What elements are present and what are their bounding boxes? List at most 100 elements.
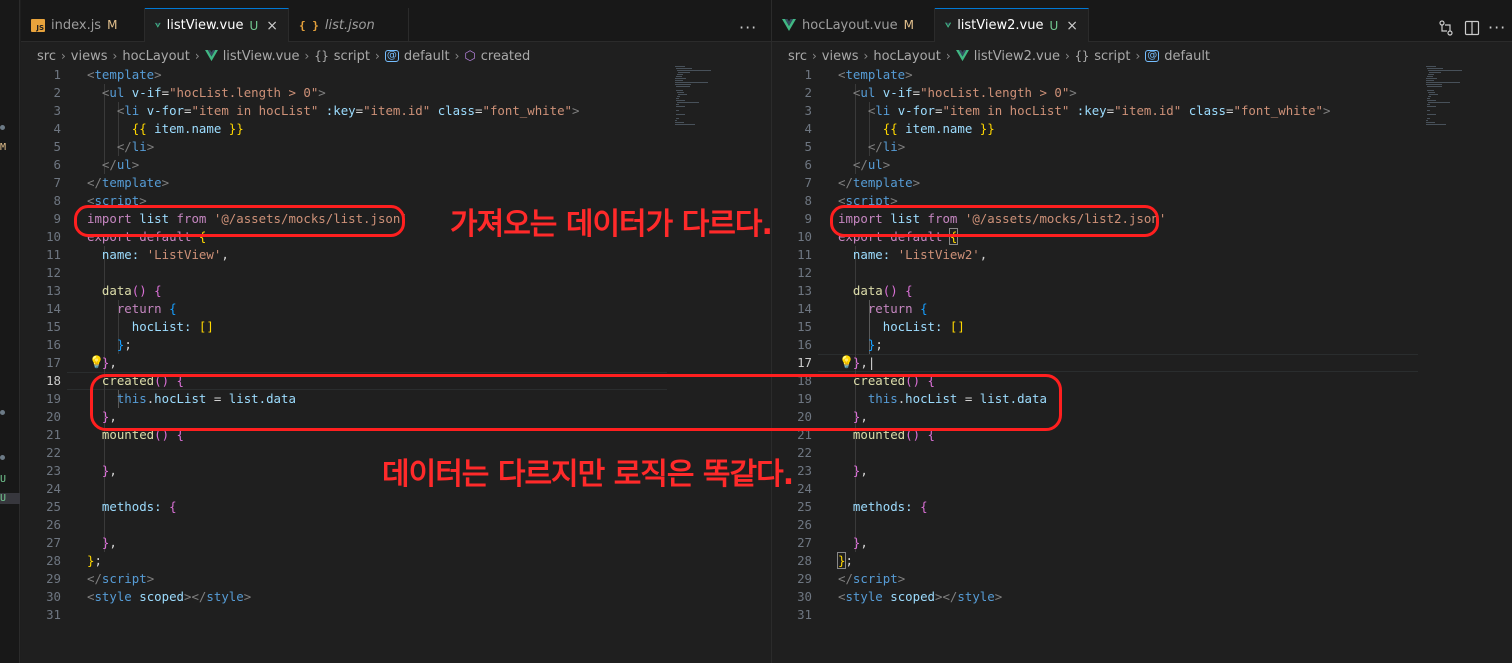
code-line: 7 </template> [804, 175, 921, 190]
close-icon[interactable]: × [1066, 18, 1078, 34]
symbol-object-icon: @ [384, 50, 399, 62]
breadcrumb-item[interactable]: created [481, 49, 531, 64]
split-editor-icon[interactable] [1464, 20, 1480, 36]
lightbulb-icon[interactable]: 💡 [839, 355, 854, 369]
braces-icon: {} [1074, 49, 1090, 63]
code-line: 27 }, [797, 535, 868, 550]
breadcrumb: src › views › hocLayout › listView2.vue › {}… [788, 47, 1210, 65]
code-line: 31 [46, 607, 61, 622]
compare-changes-icon[interactable] [1438, 20, 1454, 36]
js-file-icon: JS [31, 18, 45, 32]
tab-label: hocLayout.vue [802, 17, 898, 33]
code-line: 30 <style scoped></style> [46, 589, 252, 604]
code-line: 15 hocList: [] [46, 319, 214, 334]
code-line: 16 }; [46, 337, 132, 352]
symbol-method-icon: ⬡ [464, 48, 476, 64]
code-line: 13 data() { [797, 283, 913, 298]
chevron-right-icon: › [1064, 49, 1070, 63]
code-line: 25 methods: { [797, 499, 928, 514]
code-line: 30 <style scoped></style> [797, 589, 1003, 604]
tab-bar: hocLayout.vue M listView2.vue U × ··· [772, 0, 1512, 42]
tab-hoclayout-vue[interactable]: hocLayout.vue M [772, 8, 935, 42]
close-icon[interactable]: × [266, 18, 278, 34]
code-line: 28}; [797, 552, 853, 569]
breadcrumb-item[interactable]: views [822, 49, 859, 64]
breadcrumb-item[interactable]: views [71, 49, 108, 64]
vue-file-icon [782, 18, 796, 31]
vue-file-icon [204, 50, 218, 62]
breadcrumb-item[interactable]: src [37, 49, 56, 64]
chevron-right-icon: › [863, 49, 869, 63]
breadcrumb-item[interactable]: script [334, 49, 370, 64]
code-line: 7 </template> [53, 175, 170, 190]
code-line: 11 name: 'ListView', [46, 247, 229, 262]
untracked-marker: U [0, 493, 20, 504]
annotation-circle-created [90, 374, 1062, 431]
code-line: 12 [797, 265, 812, 280]
modified-marker: M [0, 142, 7, 153]
lightbulb-icon[interactable]: 💡 [89, 355, 104, 369]
annotation-note-import: 가져오는 데이터가 다르다. [450, 207, 773, 242]
more-actions-icon[interactable]: ··· [1488, 18, 1506, 37]
code-line: 3 <li v-for="item in hocList" :key="item… [53, 103, 580, 118]
breadcrumb-item[interactable]: listView2.vue [974, 49, 1060, 64]
tab-label: listView2.vue [957, 18, 1044, 33]
code-line: 2 <ul v-if="hocList.length > 0"> [53, 85, 326, 100]
code-line: 29 </script> [797, 571, 906, 586]
code-line: 13 data() { [46, 283, 162, 298]
code-line: 24 [797, 481, 812, 496]
code-line: 4 {{ item.name }} [804, 121, 995, 136]
breadcrumb-item[interactable]: hocLayout [122, 49, 190, 64]
braces-icon: {} [314, 49, 329, 63]
scm-dot-icon [0, 125, 5, 130]
scm-dot-icon [0, 410, 5, 415]
chevron-right-icon: › [375, 49, 380, 63]
code-line: 6 </ul> [804, 157, 891, 172]
annotation-note-logic: 데이터는 다르지만 로직은 똑같다. [382, 457, 794, 492]
tab-list-json[interactable]: { } list.json [289, 8, 409, 42]
code-line: 3 <li v-for="item in hocList" :key="item… [804, 103, 1331, 118]
activity-bar: M U U [0, 0, 20, 663]
code-line: 6 </ul> [53, 157, 140, 172]
chevron-right-icon: › [194, 49, 200, 63]
code-line: 16 }; [797, 337, 883, 352]
more-actions-icon[interactable]: ··· [739, 18, 757, 37]
untracked-badge: U [1049, 18, 1059, 33]
code-line: 28}; [46, 553, 102, 568]
vue-file-icon [155, 22, 161, 28]
code-line: 27 }, [46, 535, 117, 550]
untracked-badge: U [249, 18, 259, 33]
chevron-right-icon: › [112, 49, 118, 63]
breadcrumb-item[interactable]: listView.vue [223, 49, 300, 64]
code-line: 5 </li> [804, 139, 906, 154]
tab-listview-vue[interactable]: listView.vue U × [145, 8, 289, 42]
code-line: 17 },| [797, 355, 876, 370]
code-line: 17 }, [46, 355, 117, 370]
tab-listview2-vue[interactable]: listView2.vue U × [935, 8, 1089, 42]
breadcrumb-item[interactable]: default [1164, 49, 1210, 64]
scm-dot-icon [0, 455, 5, 460]
code-line: 23 }, [797, 463, 868, 478]
editor-pane-left: JS index.js M listView.vue U × { } list.… [21, 0, 771, 663]
untracked-marker: U [0, 474, 7, 485]
chevron-right-icon: › [1135, 49, 1141, 63]
code-line: 4 {{ item.name }} [53, 121, 244, 136]
code-line: 11 name: 'ListView2', [797, 247, 988, 262]
breadcrumb-item[interactable]: src [788, 49, 807, 64]
vue-file-icon [945, 22, 952, 28]
breadcrumb: src › views › hocLayout › listView.vue › {} s… [37, 47, 530, 65]
breadcrumb-item[interactable]: hocLayout [873, 49, 941, 64]
tab-label: listView.vue [166, 18, 244, 33]
chevron-right-icon: › [945, 49, 951, 63]
breadcrumb-item[interactable]: script [1094, 49, 1130, 64]
tab-label: list.json [324, 17, 375, 33]
code-line: 1 <template> [804, 67, 913, 82]
editor-pane-right: hocLayout.vue M listView2.vue U × ··· sr… [772, 0, 1512, 663]
annotation-circle-import-left [74, 205, 405, 237]
code-line: 31 [797, 607, 812, 622]
chevron-right-icon: › [811, 49, 817, 63]
tab-index-js[interactable]: JS index.js M [21, 8, 145, 42]
code-line: 15 hocList: [] [797, 319, 965, 334]
breadcrumb-item[interactable]: default [404, 49, 450, 64]
symbol-object-icon: @ [1145, 50, 1160, 62]
